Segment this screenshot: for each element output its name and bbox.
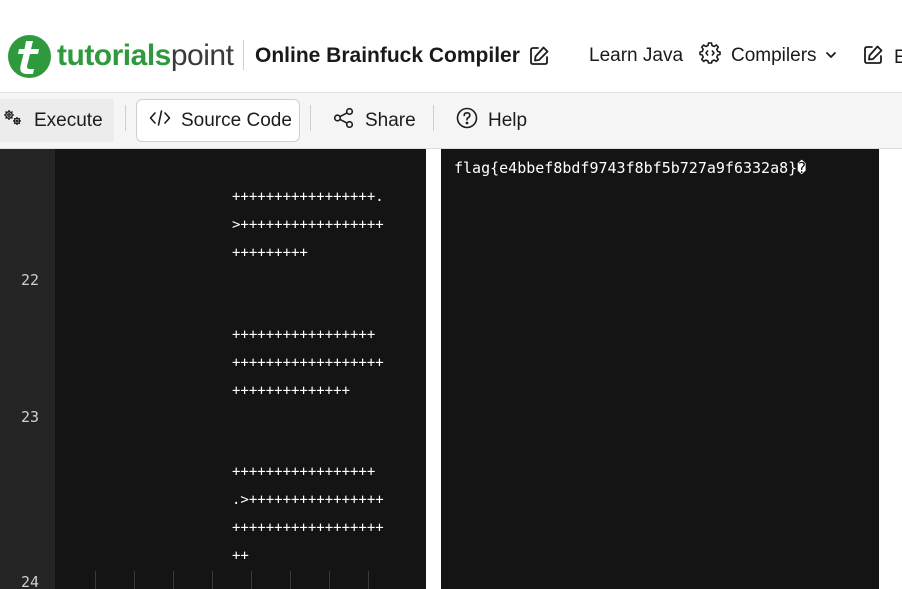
nav-learn-java[interactable]: Learn Java <box>589 44 683 68</box>
nav-compilers-label: Compilers <box>731 45 817 66</box>
code-line: +++++++++++++++++ <box>232 327 376 343</box>
program-output: flag{e4bbef8bdf9743f8bf5b727a9f6332a8}� <box>454 159 807 177</box>
site-logo[interactable]: tutorialspoint <box>8 34 234 78</box>
logo-text-primary: tutorials <box>57 39 171 72</box>
nav-editor[interactable]: E <box>862 44 902 72</box>
share-button[interactable]: Share <box>333 99 416 142</box>
help-label: Help <box>488 109 528 131</box>
code-line: ++++++++++++++++++ <box>232 520 384 536</box>
code-line: ++ <box>232 548 249 564</box>
code-line: >+++++++++++++++++ <box>232 217 384 233</box>
nav-compilers[interactable]: Compilers <box>699 42 837 70</box>
share-icon <box>333 107 355 135</box>
output-panel: flag{e4bbef8bdf9743f8bf5b727a9f6332a8}� <box>441 149 879 589</box>
code-line: .>++++++++++++++++ <box>232 492 384 508</box>
gear-code-icon <box>699 42 721 70</box>
gears-icon <box>2 108 24 134</box>
code-line: +++++++++ <box>232 245 308 261</box>
line-number: 22 <box>20 271 39 289</box>
toolbar-divider <box>310 105 311 131</box>
toolbar: Execute Source Code Share Help <box>0 93 902 149</box>
execute-label: Execute <box>34 109 103 131</box>
site-header: tutorialspoint Online Brainfuck Compiler… <box>0 0 902 93</box>
line-number: 24 <box>20 573 39 589</box>
edit-icon[interactable] <box>528 45 550 72</box>
page-title: Online Brainfuck Compiler <box>255 44 520 67</box>
toolbar-divider <box>433 105 434 131</box>
code-icon <box>149 108 171 134</box>
code-line: +++++++++++++++++. <box>232 189 384 205</box>
help-circle-icon <box>456 107 478 135</box>
help-button[interactable]: Help <box>456 99 527 142</box>
workspace: 22 23 24 +++++++++++++++++. >+++++++++++… <box>0 149 902 589</box>
edit-icon <box>862 44 884 72</box>
source-code-button[interactable]: Source Code <box>136 99 300 142</box>
toolbar-divider <box>125 105 126 131</box>
pane-resize-handle[interactable] <box>426 149 441 589</box>
line-number: 23 <box>20 408 39 426</box>
indent-guides <box>95 571 375 589</box>
tutorialspoint-logo-icon <box>8 34 51 78</box>
logo-wordmark: tutorialspoint <box>57 35 234 77</box>
header-divider <box>243 40 244 70</box>
source-code-label: Source Code <box>181 109 292 131</box>
logo-text-secondary: point <box>170 39 234 72</box>
code-line: ++++++++++++++ <box>232 383 351 399</box>
execute-button[interactable]: Execute <box>0 99 114 142</box>
chevron-down-icon <box>825 45 837 67</box>
code-line: ++++++++++++++++++ <box>232 355 384 371</box>
code-editor[interactable]: +++++++++++++++++. >+++++++++++++++++ ++… <box>55 149 426 589</box>
line-number-gutter: 22 23 24 <box>0 149 55 589</box>
code-line: +++++++++++++++++ <box>232 464 376 480</box>
nav-editor-label: E <box>894 47 902 68</box>
share-label: Share <box>365 109 416 131</box>
right-margin <box>879 149 902 589</box>
